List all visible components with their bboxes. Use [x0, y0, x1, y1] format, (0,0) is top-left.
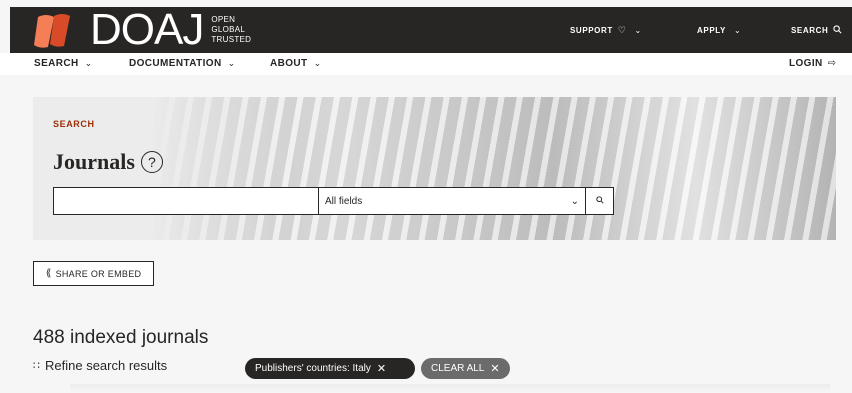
- refine-toggle[interactable]: ∷ Refine search results: [33, 358, 167, 373]
- logo-mark-icon: [32, 11, 84, 49]
- share-icon: ⟪: [45, 268, 52, 279]
- nav-support[interactable]: SUPPORT ♡ ⌄: [570, 7, 642, 53]
- subnav-about[interactable]: ABOUT ⌄: [270, 58, 322, 69]
- chevron-down-icon: ⌄: [313, 58, 322, 68]
- active-filter-chip[interactable]: Publishers' countries: Italy ✕: [245, 358, 415, 379]
- search-hero: SEARCH Journals ? All fields ⌄: [33, 97, 836, 240]
- search-input[interactable]: [53, 187, 319, 215]
- content-divider: [70, 384, 830, 393]
- nav-apply[interactable]: APPLY ⌄: [697, 7, 741, 53]
- hero-label: SEARCH: [53, 119, 95, 129]
- nav-apply-label: APPLY: [697, 25, 726, 35]
- chevron-down-icon: ⌄: [570, 195, 579, 207]
- search-button[interactable]: [586, 187, 614, 215]
- subnav-search[interactable]: SEARCH ⌄: [34, 58, 93, 69]
- nav-search[interactable]: SEARCH: [791, 7, 842, 53]
- secondary-nav: SEARCH ⌄ DOCUMENTATION ⌄ ABOUT ⌄ LOGIN ⇨: [0, 53, 852, 75]
- logo-wordmark: DOAJ: [90, 5, 204, 54]
- close-icon: ✕: [490, 363, 500, 375]
- subnav-search-label: SEARCH: [34, 58, 79, 69]
- tagline-line: TRUSTED: [211, 35, 252, 44]
- clear-all-label: CLEAR ALL: [431, 363, 485, 374]
- tagline-line: OPEN: [211, 15, 236, 24]
- logo-tagline: OPEN GLOBAL TRUSTED: [211, 15, 251, 45]
- close-icon[interactable]: ✕: [377, 362, 386, 375]
- search-field-select[interactable]: All fields ⌄: [319, 187, 586, 215]
- search-icon: [833, 24, 842, 36]
- tagline-line: GLOBAL: [211, 25, 246, 34]
- login-label: LOGIN: [789, 58, 823, 69]
- doaj-logo[interactable]: DOAJ OPEN GLOBAL TRUSTED: [32, 5, 251, 54]
- help-icon[interactable]: ?: [140, 151, 163, 173]
- results-count: 488 indexed journals: [33, 327, 209, 348]
- nav-support-label: SUPPORT: [570, 25, 613, 35]
- site-header: DOAJ OPEN GLOBAL TRUSTED SUPPORT ♡ ⌄ APP…: [10, 7, 852, 53]
- share-embed-button[interactable]: ⟪ SHARE OR EMBED: [33, 261, 154, 286]
- page-title: Journals ?: [53, 149, 163, 175]
- clear-all-button[interactable]: CLEAR ALL ✕: [421, 358, 510, 379]
- chevron-down-icon: ⌄: [634, 25, 642, 35]
- heart-icon: ♡: [617, 24, 627, 35]
- filter-chip-label: Publishers' countries: Italy: [255, 363, 371, 374]
- login-icon: ⇨: [827, 58, 837, 69]
- refine-label: Refine search results: [45, 358, 168, 373]
- search-field-value: All fields: [325, 195, 363, 207]
- chevron-down-icon: ⌄: [733, 25, 742, 35]
- search-form: All fields ⌄: [53, 187, 614, 215]
- chevron-down-icon: ⌄: [227, 58, 236, 68]
- subnav-documentation[interactable]: DOCUMENTATION ⌄: [129, 58, 236, 69]
- filter-icon: ∷: [33, 360, 40, 372]
- chevron-down-icon: ⌄: [84, 58, 93, 68]
- subnav-documentation-label: DOCUMENTATION: [129, 58, 222, 69]
- share-embed-label: SHARE OR EMBED: [55, 268, 142, 279]
- page-title-text: Journals: [53, 149, 135, 174]
- nav-search-label: SEARCH: [791, 25, 829, 35]
- subnav-about-label: ABOUT: [270, 58, 308, 69]
- login-link[interactable]: LOGIN ⇨: [789, 58, 836, 69]
- search-icon: [595, 196, 604, 206]
